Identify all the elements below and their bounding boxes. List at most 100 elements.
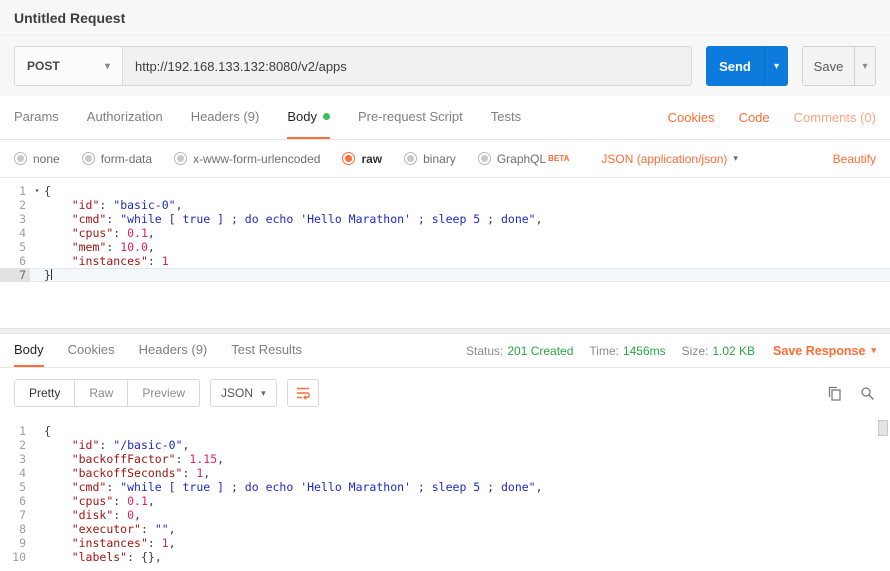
code-line[interactable]: 2 "id": "/basic-0", xyxy=(0,438,890,452)
comments-link[interactable]: Comments (0) xyxy=(794,110,876,125)
radio-icon xyxy=(82,152,95,165)
line-number: 9 xyxy=(0,536,30,550)
url-input[interactable] xyxy=(123,47,691,85)
code-line[interactable]: 8 "executor": "", xyxy=(0,522,890,536)
code-text: "backoffFactor": 1.15, xyxy=(44,452,224,466)
fold-caret-icon[interactable]: ▾ xyxy=(30,184,44,198)
response-tab-test-results[interactable]: Test Results xyxy=(231,334,302,367)
size-value: 1.02 KB xyxy=(712,344,755,358)
tab-params[interactable]: Params xyxy=(14,96,59,139)
response-body-editor[interactable]: 1{2 "id": "/basic-0",3 "backoffFactor": … xyxy=(0,418,890,571)
time-value: 1456ms xyxy=(623,344,666,358)
code-line[interactable]: 3 "backoffFactor": 1.15, xyxy=(0,452,890,466)
tab-authorization[interactable]: Authorization xyxy=(87,96,163,139)
tab-tests[interactable]: Tests xyxy=(491,96,521,139)
line-number: 6 xyxy=(0,254,30,268)
code-line[interactable]: 5 "cmd": "while [ true ] ; do echo 'Hell… xyxy=(0,480,890,494)
save-options-caret[interactable]: ▾ xyxy=(854,46,876,86)
code-line[interactable]: 1▾{ xyxy=(0,184,890,198)
radio-icon xyxy=(404,152,417,165)
body-type-raw[interactable]: raw xyxy=(342,152,382,166)
request-title: Untitled Request xyxy=(14,10,125,26)
body-content-dot-icon xyxy=(323,113,330,120)
content-type-select[interactable]: JSON (application/json) ▾ xyxy=(601,152,738,166)
code-text: "cmd": "while [ true ] ; do echo 'Hello … xyxy=(44,480,543,494)
body-type-none[interactable]: none xyxy=(14,152,60,166)
code-line[interactable]: 5 "mem": 10.0, xyxy=(0,240,890,254)
response-tab-body[interactable]: Body xyxy=(14,334,44,367)
status-label: Status: xyxy=(466,344,503,358)
tab-body-label: Body xyxy=(287,109,317,124)
response-scrollbar-thumb[interactable] xyxy=(878,420,888,436)
code-text: "id": "basic-0", xyxy=(44,198,183,212)
line-number: 8 xyxy=(0,522,30,536)
send-options-caret[interactable]: ▾ xyxy=(764,46,788,86)
tab-body[interactable]: Body xyxy=(287,96,330,139)
code-text: "cpus": 0.1, xyxy=(44,494,155,508)
wrap-text-button[interactable] xyxy=(287,379,319,407)
body-type-binary[interactable]: binary xyxy=(404,152,456,166)
send-button[interactable]: Send xyxy=(706,46,764,86)
save-response-button[interactable]: Save Response ▾ xyxy=(773,344,876,358)
code-line[interactable]: 7 "disk": 0, xyxy=(0,508,890,522)
view-mode-preview[interactable]: Preview xyxy=(127,380,199,406)
body-type-form-data[interactable]: form-data xyxy=(82,152,152,166)
body-type-urlencoded[interactable]: x-www-form-urlencoded xyxy=(174,152,320,166)
save-button[interactable]: Save xyxy=(802,46,854,86)
code-text: { xyxy=(44,184,51,198)
code-line[interactable]: 7} xyxy=(0,268,890,282)
fold-spacer xyxy=(30,240,44,254)
code-line[interactable]: 4 "cpus": 0.1, xyxy=(0,226,890,240)
copy-icon xyxy=(826,385,843,402)
body-type-raw-label: raw xyxy=(361,152,382,166)
radio-icon xyxy=(174,152,187,165)
response-format-select[interactable]: JSON ▾ xyxy=(210,379,277,407)
code-line[interactable]: 3 "cmd": "while [ true ] ; do echo 'Hell… xyxy=(0,212,890,226)
chevron-down-icon: ▾ xyxy=(871,345,876,356)
cookies-link[interactable]: Cookies xyxy=(668,110,715,125)
code-line[interactable]: 6 "cpus": 0.1, xyxy=(0,494,890,508)
fold-spacer xyxy=(30,466,44,480)
fold-spacer xyxy=(30,198,44,212)
time-pair: Time:1456ms xyxy=(589,344,665,358)
fold-spacer xyxy=(30,480,44,494)
code-line[interactable]: 10 "labels": {}, xyxy=(0,550,890,564)
tab-headers[interactable]: Headers (9) xyxy=(191,96,260,139)
beautify-link[interactable]: Beautify xyxy=(833,152,876,166)
response-meta: Status:201 Created Time:1456ms Size:1.02… xyxy=(450,334,876,367)
code-line[interactable]: 6 "instances": 1 xyxy=(0,254,890,268)
view-mode-pretty[interactable]: Pretty xyxy=(15,380,74,406)
response-tab-cookies[interactable]: Cookies xyxy=(68,334,115,367)
code-line[interactable]: 4 "backoffSeconds": 1, xyxy=(0,466,890,480)
body-type-graphql[interactable]: GraphQL BETA xyxy=(478,152,570,166)
view-mode-raw[interactable]: Raw xyxy=(74,380,127,406)
code-line[interactable]: 9 "instances": 1, xyxy=(0,536,890,550)
request-body-editor[interactable]: 1▾{2 "id": "basic-0",3 "cmd": "while [ t… xyxy=(0,178,890,328)
code-line[interactable]: 1{ xyxy=(0,424,890,438)
response-scrollbar[interactable] xyxy=(878,420,888,569)
code-line[interactable]: 2 "id": "basic-0", xyxy=(0,198,890,212)
tab-params-label: Params xyxy=(14,109,59,124)
body-type-none-label: none xyxy=(33,152,60,166)
line-number: 7 xyxy=(0,268,30,282)
fold-spacer xyxy=(30,438,44,452)
wrap-text-icon xyxy=(295,385,311,401)
chevron-down-icon: ▾ xyxy=(261,388,266,399)
method-label: POST xyxy=(27,59,60,73)
chevron-down-icon: ▾ xyxy=(105,61,110,72)
line-number: 3 xyxy=(0,452,30,466)
body-type-row: none form-data x-www-form-urlencoded raw… xyxy=(0,140,890,178)
method-select[interactable]: POST ▾ xyxy=(15,47,123,85)
response-format-label: JSON xyxy=(221,386,253,400)
response-tab-cookies-label: Cookies xyxy=(68,342,115,357)
copy-response-button[interactable] xyxy=(826,385,843,402)
search-response-button[interactable] xyxy=(859,385,876,402)
graphql-beta-badge: BETA xyxy=(548,154,569,163)
code-link[interactable]: Code xyxy=(739,110,770,125)
code-text: "cmd": "while [ true ] ; do echo 'Hello … xyxy=(44,212,543,226)
response-editor-lines: 1{2 "id": "/basic-0",3 "backoffFactor": … xyxy=(0,424,890,564)
fold-spacer xyxy=(30,254,44,268)
tab-prerequest-script[interactable]: Pre-request Script xyxy=(358,96,463,139)
response-tab-headers[interactable]: Headers (9) xyxy=(139,334,208,367)
line-number: 2 xyxy=(0,198,30,212)
